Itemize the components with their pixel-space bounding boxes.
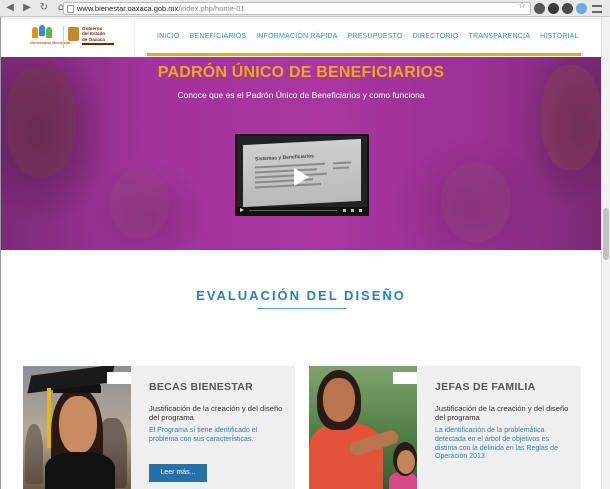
menu-icon[interactable]	[592, 5, 602, 13]
logo-figure	[32, 27, 38, 38]
card-title: BECAS BIENESTAR	[149, 381, 254, 393]
nav-inicio[interactable]: INICIO	[157, 33, 180, 40]
hero-background-person	[6, 67, 76, 177]
card-description: El Programa sí tiene identificado el pro…	[149, 427, 258, 443]
photo-tab	[107, 372, 131, 384]
program-card-becas: BECAS BIENESTAR Justificación de la crea…	[23, 366, 295, 489]
nav-informacion-rapida[interactable]: INFORMACIÓN RÁPIDA	[256, 33, 337, 40]
thumbnail-text-line	[255, 183, 321, 189]
url-host: www.bienestar.oaxaca.gob.mx	[77, 4, 179, 13]
video-controls	[237, 207, 367, 214]
photo-detail	[397, 450, 415, 474]
card-photo-graduate	[23, 366, 131, 489]
extension-icon[interactable]	[548, 3, 559, 14]
bookmark-star-icon[interactable]: ☆	[518, 1, 526, 11]
section-title: EVALUACIÓN DEL DISEÑO	[196, 288, 406, 303]
read-more-button[interactable]: Leer más...	[149, 464, 207, 482]
section-underline	[257, 308, 347, 309]
card-description: La identificación de la problemática det…	[435, 427, 558, 461]
card-photo-mother	[309, 366, 417, 489]
photo-detail	[309, 424, 383, 489]
card-subtitle: Justificación de la creación y del diseñ…	[435, 404, 569, 422]
nav-transparencia[interactable]: TRANSPARENCIA	[468, 33, 530, 40]
card-title: JEFAS DE FAMILIA	[435, 381, 536, 393]
site-header: Generando Bienestar Gobierno del Estado …	[1, 17, 601, 57]
photo-detail	[45, 452, 115, 489]
photo-detail	[59, 396, 97, 454]
fullscreen-icon[interactable]	[359, 209, 362, 212]
main-navigation: INICIO BENEFICIARIOS INFORMACIÓN RÁPIDA …	[147, 19, 581, 56]
gobierno-logo: Gobierno del Estado de Oaxaca	[68, 26, 128, 50]
page-viewport: Generando Bienestar Gobierno del Estado …	[0, 17, 610, 489]
back-arrow-icon[interactable]: ◀	[3, 1, 17, 15]
volume-icon[interactable]	[343, 209, 346, 212]
settings-icon[interactable]	[351, 209, 354, 212]
logo2-bar	[82, 43, 114, 45]
scrollbar-thumb[interactable]	[603, 208, 609, 260]
photo-detail	[47, 388, 51, 448]
extension-icon[interactable]	[576, 3, 587, 14]
play-small-icon[interactable]	[240, 208, 244, 212]
video-player[interactable]: Sistemas y Beneficiarios	[235, 134, 369, 216]
url-path: /index.php/home-01	[178, 4, 245, 13]
hero-banner: PADRÓN ÚNICO DE BENEFICIARIOS Conoce que…	[1, 57, 601, 250]
card-subtitle: Justificación de la creación y del diseñ…	[149, 404, 283, 422]
photo-tab	[393, 372, 417, 384]
logo-area[interactable]: Generando Bienestar Gobierno del Estado …	[23, 19, 135, 56]
nav-beneficiarios[interactable]: BENEFICIARIOS	[190, 33, 247, 40]
photo-detail	[25, 424, 43, 484]
thumbnail-text-line	[255, 172, 327, 179]
video-thumbnail-heading: Sistemas y Beneficiarios	[255, 153, 314, 163]
logo-separator	[63, 26, 64, 48]
thumbnail-text-line	[333, 161, 351, 165]
nav-directorio[interactable]: DIRECTORIO	[413, 33, 459, 40]
extension-icon[interactable]	[534, 3, 545, 14]
logo2-line: de Oaxaca	[82, 36, 105, 42]
reload-icon[interactable]: ↻	[37, 1, 51, 15]
nav-presupuesto[interactable]: PRESUPUESTO	[348, 33, 403, 40]
seal-icon	[68, 27, 79, 41]
hero-background-person	[109, 169, 169, 239]
photo-detail	[323, 378, 355, 422]
bienestar-logo: Generando Bienestar	[30, 25, 70, 49]
play-icon[interactable]	[294, 168, 309, 186]
program-card-jefas: JEFAS DE FAMILIA Justificación de la cre…	[309, 366, 581, 489]
logo-figure	[46, 27, 52, 38]
logo1-label: Generando Bienestar	[30, 40, 71, 45]
logo2-text: Gobierno del Estado de Oaxaca	[82, 26, 105, 42]
page-icon	[67, 5, 74, 13]
address-bar[interactable]: www.bienestar.oaxaca.gob.mx/index.php/ho…	[63, 2, 531, 15]
logo-figure	[39, 25, 45, 36]
browser-toolbar: ◀ ▶ ↻ ⌂ www.bienestar.oaxaca.gob.mx/inde…	[0, 0, 610, 17]
logo2-line: del Estado	[82, 31, 106, 37]
hero-title: PADRÓN ÚNICO DE BENEFICIARIOS	[157, 64, 445, 81]
page-scrollbar[interactable]	[601, 17, 610, 489]
hero-subtitle: Conoce que es el Padrón Único de Benefic…	[177, 90, 425, 100]
thumbnail-text-line	[333, 166, 349, 170]
forward-arrow-icon[interactable]: ▶	[20, 1, 34, 15]
video-progress-bar[interactable]	[249, 210, 337, 211]
extension-icon[interactable]	[562, 3, 573, 14]
hero-background-person	[441, 162, 511, 242]
nav-historial[interactable]: HISTORIAL	[540, 33, 579, 40]
